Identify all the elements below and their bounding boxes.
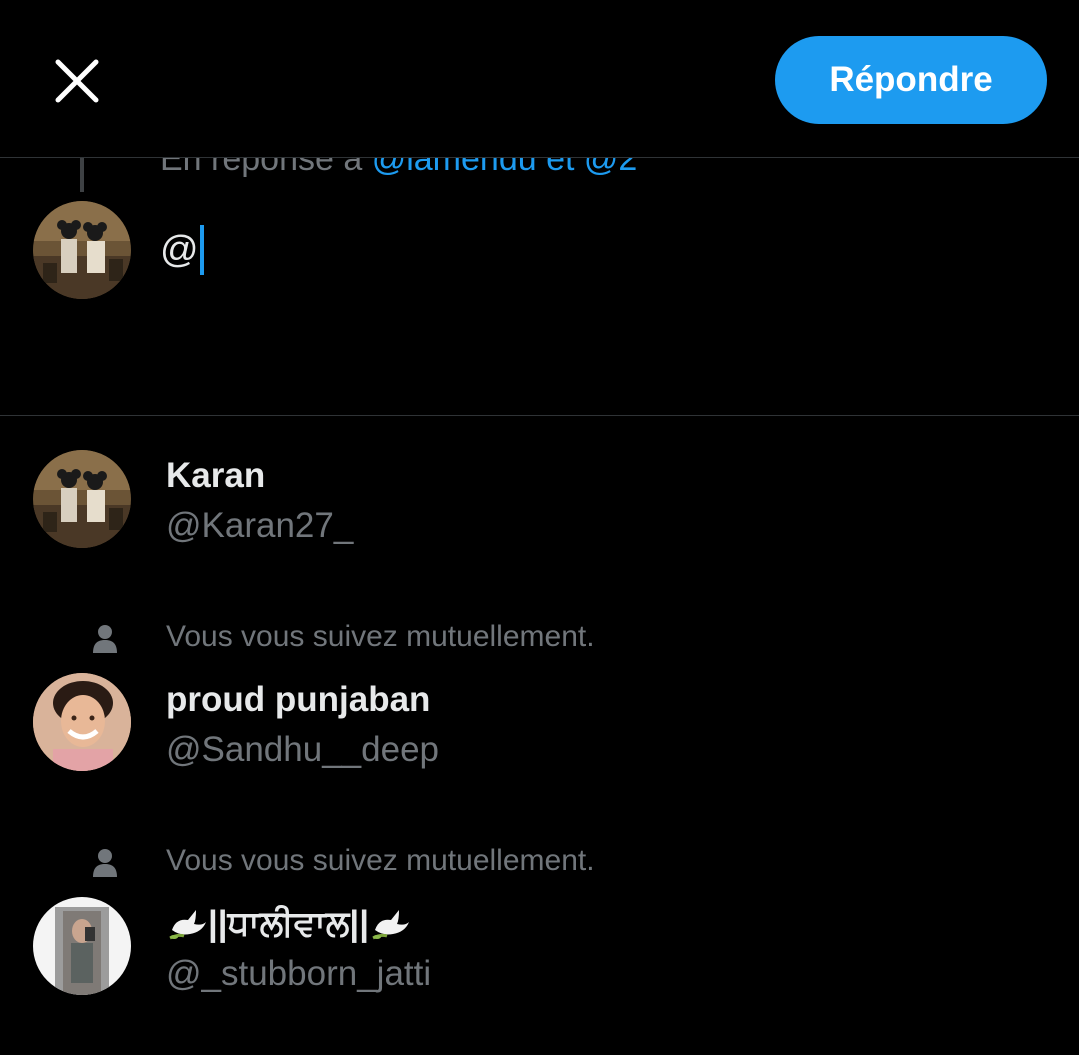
divider: [0, 415, 1079, 416]
mutual-follow-label: Vous vous suivez mutuellement.: [166, 620, 595, 653]
suggestion-name: ||ਧਾਲੀਵਾਲ||: [166, 904, 411, 944]
mention-suggestion-item[interactable]: Vous vous suivez mutuellement. ||ਧਾਲੀਵਾਲ…: [0, 840, 1079, 1010]
avatar: [33, 201, 131, 299]
avatar: [33, 673, 131, 771]
person-icon: [93, 849, 117, 877]
compose-text: @: [160, 228, 199, 271]
mutual-follow-label: Vous vous suivez mutuellement.: [166, 844, 595, 877]
text-caret: [199, 225, 204, 275]
person-icon: [93, 625, 117, 653]
suggestion-name-text: ||ਧਾਲੀਵਾਲ||: [208, 904, 370, 943]
suggestion-name: proud punjaban: [166, 680, 431, 719]
suggestion-handle: @Karan27_: [166, 506, 354, 545]
compose-input[interactable]: @: [160, 225, 204, 275]
close-icon: [55, 59, 99, 103]
close-button[interactable]: [38, 42, 116, 120]
compose-header: Répondre: [0, 0, 1079, 158]
reply-button[interactable]: Répondre: [775, 36, 1047, 124]
dove-icon: [372, 910, 410, 940]
mention-suggestion-item[interactable]: Vous vous suivez mutuellement. proud pun…: [0, 616, 1079, 786]
suggestion-handle: @_stubborn_jatti: [166, 954, 432, 993]
avatar: [33, 450, 131, 548]
suggestion-handle: @Sandhu__deep: [166, 730, 439, 769]
avatar: [33, 897, 131, 995]
suggestion-name: Karan: [166, 456, 266, 495]
dove-icon: [169, 910, 206, 940]
mention-suggestion-item[interactable]: Karan @Karan27_: [0, 450, 1079, 560]
